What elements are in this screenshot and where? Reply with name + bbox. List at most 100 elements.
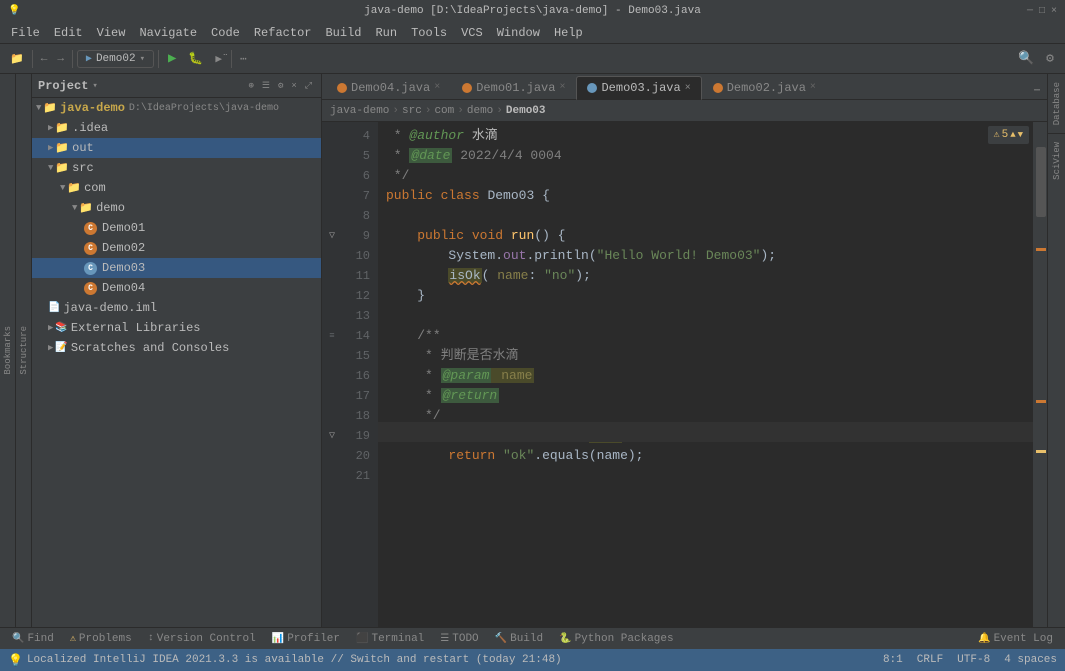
fold-arrow-9[interactable]: ▽ <box>322 226 342 246</box>
toolbar-project-icon[interactable]: 📁 <box>6 50 28 68</box>
encoding[interactable]: UTF-8 <box>957 654 990 666</box>
tree-item-demo[interactable]: ▼ 📁 demo <box>32 198 321 218</box>
menu-tools[interactable]: Tools <box>404 22 454 44</box>
panel-gear-btn[interactable]: ⚙ <box>275 80 286 92</box>
tree-item-demo03[interactable]: C Demo03 <box>32 258 321 278</box>
run-config-selector[interactable]: ▶ Demo02 ▾ <box>77 50 154 68</box>
settings-btn[interactable]: ⚙ <box>1041 49 1059 68</box>
menu-code[interactable]: Code <box>204 22 247 44</box>
indent-setting[interactable]: 4 spaces <box>1004 654 1057 666</box>
structure-label[interactable]: Structure <box>19 320 29 381</box>
version-control-icon: ↕ <box>148 633 154 644</box>
tab-demo03-close[interactable]: × <box>685 83 691 94</box>
warning-chevron-up[interactable]: ▲ <box>1010 130 1015 140</box>
tree-item-root[interactable]: ▼ 📁 java-demo D:\IdeaProjects\java-demo <box>32 98 321 118</box>
database-panel-btn[interactable]: Database <box>1048 74 1065 134</box>
bookmarks-panel: Bookmarks <box>0 74 16 627</box>
panel-scope-btn[interactable]: ⊕ <box>245 80 256 92</box>
terminal-icon: ⬛ <box>356 633 368 645</box>
toolbar-back-btn[interactable]: ← <box>37 51 52 67</box>
tree-item-iml[interactable]: 📄 java-demo.iml <box>32 298 321 318</box>
tree-item-out[interactable]: ▶ 📁 out <box>32 138 321 158</box>
tree-item-idea[interactable]: ▶ 📁 .idea <box>32 118 321 138</box>
menu-edit[interactable]: Edit <box>47 22 90 44</box>
toolbar-sep1 <box>32 50 33 68</box>
bottom-python-packages[interactable]: 🐍 Python Packages <box>551 628 681 650</box>
close-btn[interactable]: × <box>1051 6 1057 17</box>
bottom-problems[interactable]: ⚠ Problems <box>62 628 140 650</box>
line-ending[interactable]: CRLF <box>917 654 943 666</box>
minimize-btn[interactable]: ─ <box>1027 6 1033 17</box>
toolbar-more[interactable]: ⋯ <box>236 50 251 68</box>
event-log-label: Event Log <box>994 633 1053 645</box>
search-everywhere-btn[interactable]: 🔍 <box>1013 49 1039 68</box>
tab-demo02[interactable]: Demo02.java × <box>702 75 827 99</box>
maximize-btn[interactable]: □ <box>1039 6 1045 17</box>
menu-build[interactable]: Build <box>318 22 368 44</box>
bottom-version-control[interactable]: ↕ Version Control <box>140 628 264 650</box>
warning-chevron-down[interactable]: ▼ <box>1018 130 1023 140</box>
tree-item-src[interactable]: ▼ 📁 src <box>32 158 321 178</box>
tab-demo03[interactable]: Demo03.java × <box>576 76 701 100</box>
tree-item-demo01[interactable]: C Demo01 <box>32 218 321 238</box>
sciview-panel-btn[interactable]: SciView <box>1048 134 1065 188</box>
bottom-find[interactable]: 🔍 Find <box>4 628 62 650</box>
run-btn[interactable]: ▶ <box>163 48 181 69</box>
code-editor[interactable]: ▽ ≡ ▽ 4 5 <box>322 122 1047 627</box>
right-panels: Database SciView <box>1047 74 1065 627</box>
run-coverage-btn[interactable]: ▶̈ <box>210 50 227 68</box>
project-tree: ▼ 📁 java-demo D:\IdeaProjects\java-demo … <box>32 98 321 627</box>
tab-demo04-close[interactable]: × <box>434 82 440 93</box>
menu-help[interactable]: Help <box>547 22 590 44</box>
editor-scrollbar[interactable] <box>1033 122 1047 627</box>
bottom-event-log[interactable]: 🔔 Event Log <box>970 628 1061 650</box>
tree-item-scratches[interactable]: ▶ 📝 Scratches and Consoles <box>32 338 321 358</box>
menu-run[interactable]: Run <box>368 22 404 44</box>
toolbar-sep2 <box>72 50 73 68</box>
version-control-label: Version Control <box>157 633 256 645</box>
tabs-more-btn[interactable]: ⋯ <box>1031 85 1043 97</box>
menu-navigate[interactable]: Navigate <box>132 22 204 44</box>
toolbar-forward-btn[interactable]: → <box>53 51 68 67</box>
bottom-build[interactable]: 🔨 Build <box>487 628 551 650</box>
tree-item-demo02[interactable]: C Demo02 <box>32 238 321 258</box>
bookmarks-label[interactable]: Bookmarks <box>3 320 13 381</box>
scroll-marker-3 <box>1036 400 1046 403</box>
menu-view[interactable]: View <box>90 22 133 44</box>
tree-item-ext-libs[interactable]: ▶ 📚 External Libraries <box>32 318 321 338</box>
menu-vcs[interactable]: VCS <box>454 22 490 44</box>
editor-tabs: Demo04.java × Demo01.java × Demo03.java … <box>322 74 1047 100</box>
breadcrumb-com[interactable]: com <box>434 105 454 117</box>
menu-file[interactable]: File <box>4 22 47 44</box>
breadcrumb-demo[interactable]: demo <box>467 105 493 117</box>
tab-demo04[interactable]: Demo04.java × <box>326 75 451 99</box>
breadcrumb-bar: java-demo › src › com › demo › Demo03 <box>322 100 1047 122</box>
tab-demo03-label: Demo03.java <box>601 81 680 95</box>
panel-close-btn[interactable]: × <box>288 80 299 92</box>
breadcrumb-java-demo[interactable]: java-demo <box>330 105 389 117</box>
event-log-icon: 🔔 <box>978 633 990 645</box>
tab-demo02-close[interactable]: × <box>810 82 816 93</box>
tree-item-com[interactable]: ▼ 📁 com <box>32 178 321 198</box>
panel-expand-btn[interactable]: ⤢ <box>302 80 315 92</box>
tree-item-demo04[interactable]: C Demo04 <box>32 278 321 298</box>
tab-demo01-close[interactable]: × <box>559 82 565 93</box>
debug-btn[interactable]: 🐛 <box>183 49 208 68</box>
warning-bar[interactable]: ⚠ 5 ▲ ▼ <box>988 126 1029 144</box>
scroll-thumb[interactable] <box>1036 147 1046 217</box>
fold-arrow-19[interactable]: ▽ <box>322 426 342 446</box>
code-content[interactable]: * @author 水滴 * @date 2022/4/4 0004 */ pu… <box>378 122 1033 627</box>
project-dropdown-icon[interactable]: ▾ <box>92 81 97 91</box>
status-right: 8:1 CRLF UTF-8 4 spaces <box>883 654 1057 666</box>
menu-window[interactable]: Window <box>490 22 547 44</box>
panel-compact-btn[interactable]: ☰ <box>259 80 273 92</box>
bottom-profiler[interactable]: 📊 Profiler <box>264 628 348 650</box>
breadcrumb-demo03[interactable]: Demo03 <box>506 105 546 117</box>
toolbar-sep4 <box>231 50 232 68</box>
bottom-terminal[interactable]: ⬛ Terminal <box>348 628 432 650</box>
cursor-position[interactable]: 8:1 <box>883 654 903 666</box>
bottom-todo[interactable]: ☰ TODO <box>432 628 486 650</box>
breadcrumb-src[interactable]: src <box>402 105 422 117</box>
menu-refactor[interactable]: Refactor <box>247 22 319 44</box>
tab-demo01[interactable]: Demo01.java × <box>451 75 576 99</box>
